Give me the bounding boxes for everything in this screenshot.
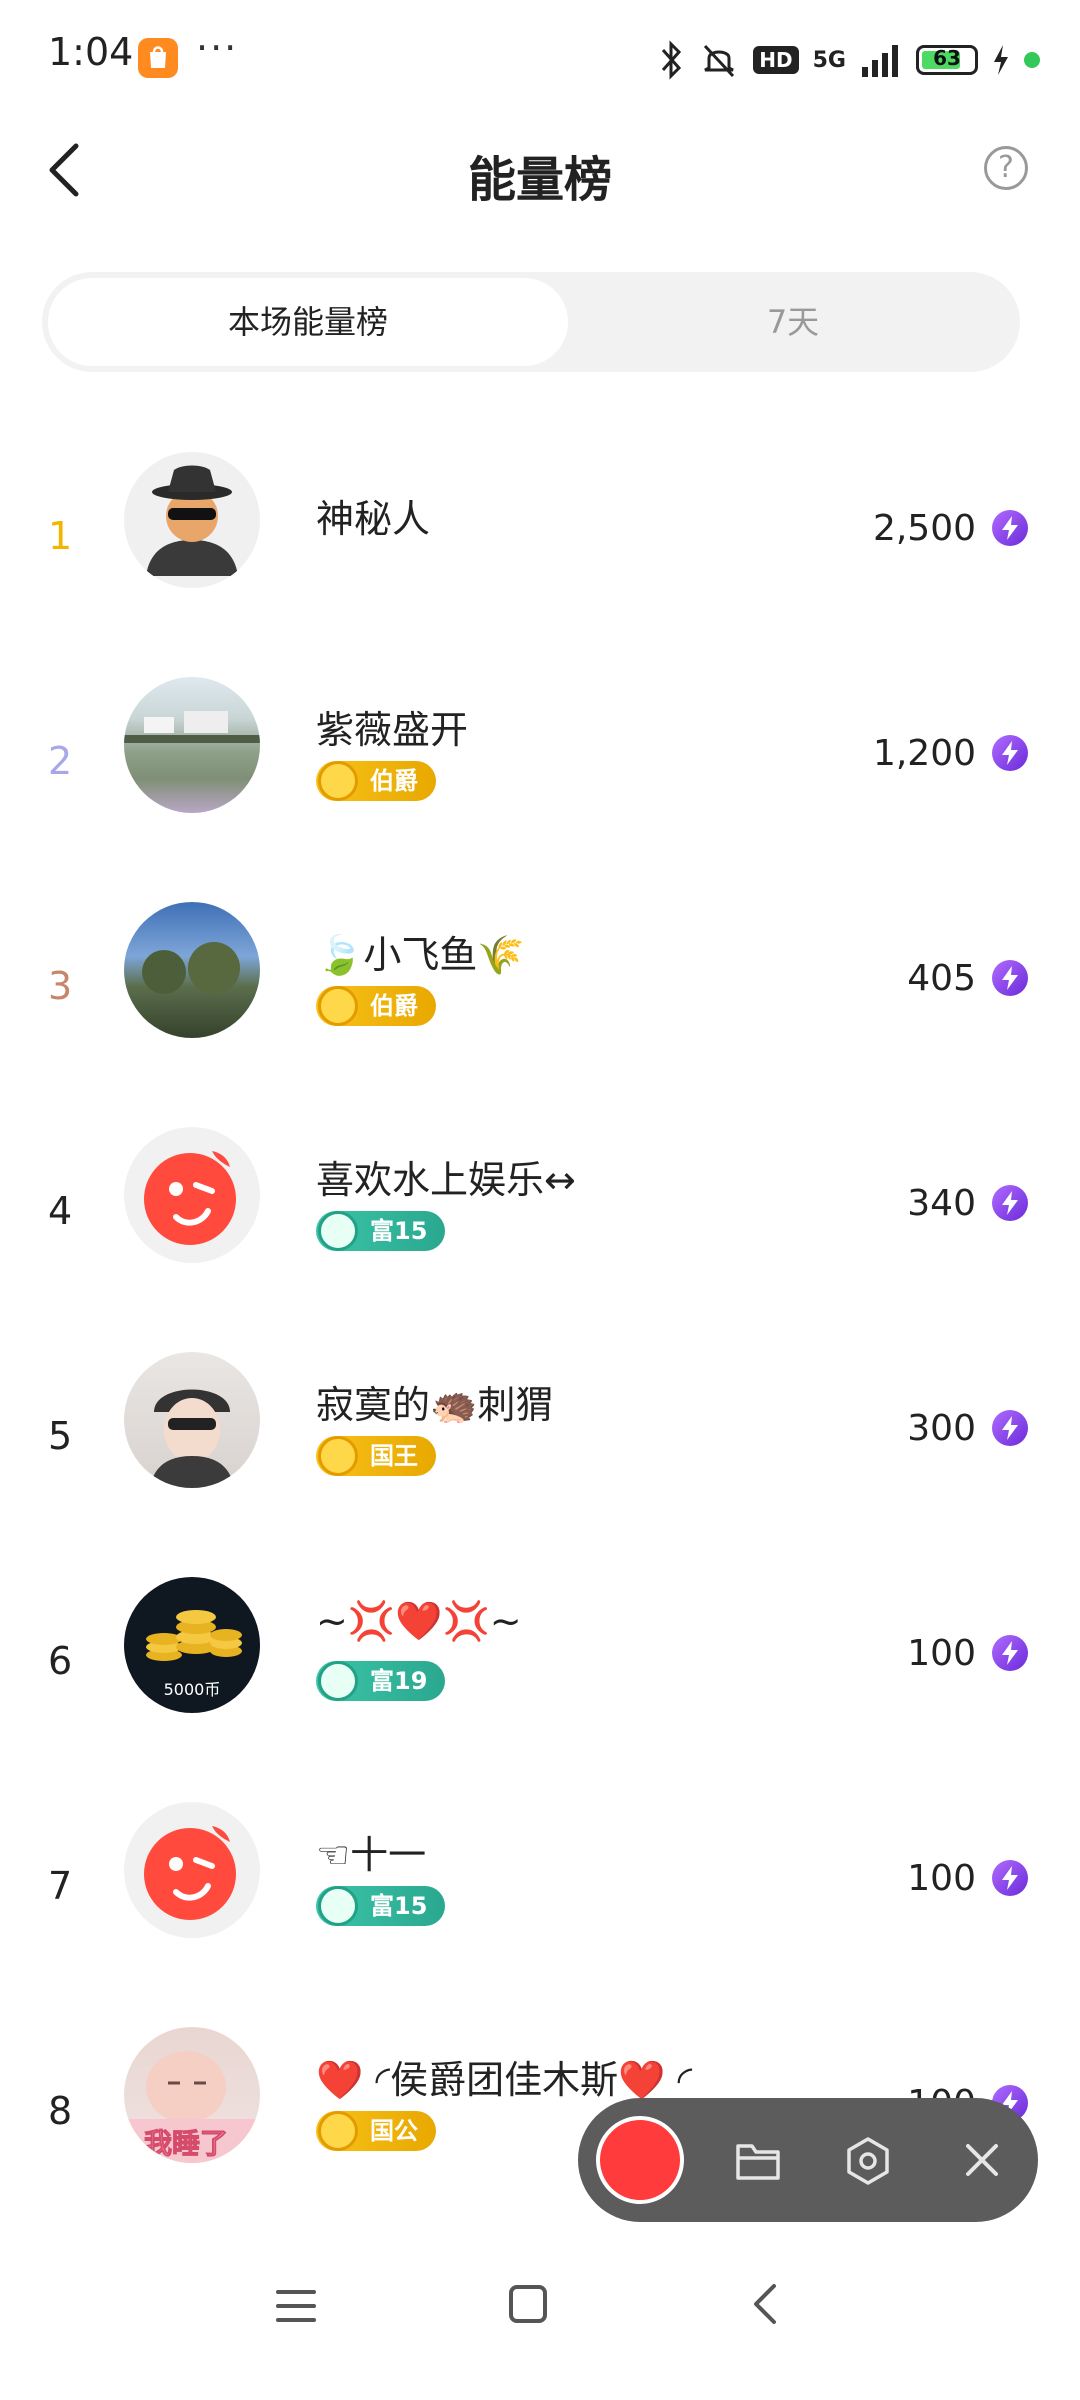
- back-triangle-icon[interactable]: [750, 2282, 780, 2326]
- navigation-bar: [0, 2240, 1080, 2400]
- avatar[interactable]: [124, 677, 260, 813]
- energy-score: 300: [907, 1408, 976, 1449]
- rank-badge-icon: [318, 986, 358, 1026]
- energy-score: 100: [907, 1858, 976, 1899]
- badge-label: 富15: [370, 1217, 428, 1245]
- badge-label: 伯爵: [370, 767, 418, 795]
- lightning-icon: [992, 960, 1028, 996]
- user-name: ~💢❤️💢~: [316, 1599, 522, 1643]
- rank-number: 6: [48, 1639, 73, 1683]
- rank-number: 4: [48, 1189, 73, 1233]
- user-name: ❤️ ◜侯爵团佳木斯❤️ ◜: [316, 2058, 693, 2102]
- avatar-caption: 我睡了: [144, 2127, 228, 2160]
- menu-icon[interactable]: [276, 2286, 316, 2326]
- lightning-icon: [992, 1185, 1028, 1221]
- user-name: 喜欢水上娱乐↔: [316, 1158, 576, 1202]
- badge-label: 富15: [370, 1892, 428, 1920]
- level-badge: 国王: [316, 1436, 436, 1476]
- avatar[interactable]: [124, 1802, 260, 1938]
- avatar[interactable]: [124, 1127, 260, 1263]
- page-title: 能量榜: [467, 152, 612, 208]
- rank-badge-icon: [318, 1886, 358, 1926]
- user-name: 紫薇盛开: [316, 708, 469, 752]
- close-icon[interactable]: [960, 2138, 1004, 2182]
- avatar-caption: 5000币: [164, 1680, 221, 1699]
- rank-badge-icon: [318, 1211, 358, 1251]
- level-badge: 富19: [316, 1661, 446, 1701]
- avatar[interactable]: [124, 902, 260, 1038]
- energy-score: 2,500: [872, 508, 976, 549]
- tab-current-session[interactable]: 本场能量榜: [48, 278, 568, 366]
- energy-score: 340: [907, 1183, 976, 1224]
- user-name: 寂寞的🦔刺猬: [316, 1383, 554, 1427]
- status-time: 1:04: [48, 30, 134, 74]
- rank-number: 1: [48, 514, 73, 558]
- ranking-row[interactable]: 4 喜欢水上娱乐↔ 富15 340: [0, 1127, 1080, 1352]
- rank-number: 5: [48, 1414, 73, 1458]
- user-name: 🍃小飞鱼🌾: [316, 933, 525, 977]
- bluetooth-icon: [662, 40, 682, 80]
- ranking-row[interactable]: 1 神秘人 2,500: [0, 452, 1080, 677]
- tab-7-days[interactable]: 7天: [572, 278, 1014, 366]
- record-button[interactable]: [596, 2116, 684, 2204]
- ranking-row[interactable]: 7 ☜十一 富15 100: [0, 1802, 1080, 2027]
- ranking-row[interactable]: 3 🍃小飞鱼🌾 伯爵 405: [0, 902, 1080, 1127]
- level-badge: 国公: [316, 2111, 436, 2151]
- battery-icon: 63: [916, 45, 978, 75]
- badge-label: 国王: [370, 1442, 418, 1470]
- folder-icon[interactable]: [734, 2138, 782, 2182]
- charging-bolt-icon: [994, 45, 1008, 75]
- square-home-icon[interactable]: [508, 2284, 548, 2324]
- avatar[interactable]: [124, 452, 260, 588]
- mute-bell-icon: [704, 44, 735, 78]
- more-notifications-icon: ···: [196, 26, 239, 70]
- ranking-row[interactable]: 2 紫薇盛开 伯爵 1,200: [0, 677, 1080, 902]
- badge-label: 国公: [370, 2117, 418, 2145]
- lightning-icon: [992, 1635, 1028, 1671]
- status-bar: 1:04 ··· HD 5G 63: [0, 0, 1080, 120]
- user-name: ☜十一: [316, 1833, 427, 1877]
- rank-number: 3: [48, 964, 73, 1008]
- tab-bar: 本场能量榜 7天: [42, 272, 1020, 372]
- badge-label: 富19: [370, 1667, 428, 1695]
- privacy-indicator-dot: [1024, 52, 1040, 68]
- energy-score: 100: [907, 1633, 976, 1674]
- rank-badge-icon: [318, 2111, 358, 2151]
- lightning-icon: [992, 735, 1028, 771]
- level-badge: 伯爵: [316, 986, 436, 1026]
- rank-badge-icon: [318, 761, 358, 801]
- ranking-row[interactable]: 5 寂寞的🦔刺猬 国王 300: [0, 1352, 1080, 1577]
- taobao-app-icon: [138, 38, 178, 78]
- ranking-row[interactable]: 6 5000币 ~💢❤️💢~ 富19 100: [0, 1577, 1080, 1802]
- level-badge: 富15: [316, 1886, 446, 1926]
- lightning-icon: [992, 1410, 1028, 1446]
- hexagon-settings-icon[interactable]: [844, 2136, 892, 2186]
- hd-icon: HD: [753, 46, 799, 74]
- status-icons: HD 5G 63: [657, 36, 1040, 84]
- battery-level: 63: [933, 46, 961, 70]
- rank-number: 2: [48, 739, 73, 783]
- avatar[interactable]: [124, 1352, 260, 1488]
- screen-recorder-panel: [578, 2098, 1038, 2222]
- rank-badge-icon: [318, 1436, 358, 1476]
- rank-number: 7: [48, 1864, 73, 1908]
- rank-number: 8: [48, 2089, 73, 2133]
- rank-badge-icon: [318, 1661, 358, 1701]
- level-badge: 富15: [316, 1211, 446, 1251]
- energy-score: 1,200: [872, 733, 976, 774]
- avatar[interactable]: 5000币: [124, 1577, 260, 1713]
- signal-bars-icon: [862, 45, 898, 77]
- network-type: 5G: [812, 47, 846, 73]
- user-name: 神秘人: [316, 497, 431, 541]
- energy-score: 405: [907, 958, 976, 999]
- question-circle-icon[interactable]: ?: [984, 146, 1028, 190]
- avatar[interactable]: 我睡了: [124, 2027, 260, 2163]
- lightning-icon: [992, 1860, 1028, 1896]
- level-badge: 伯爵: [316, 761, 436, 801]
- badge-label: 伯爵: [370, 992, 418, 1020]
- ranking-list: 1 神秘人 2,500 2 紫薇盛开 伯爵 1,200 3 🍃小飞鱼🌾 伯爵 4…: [0, 452, 1080, 2252]
- lightning-icon: [992, 510, 1028, 546]
